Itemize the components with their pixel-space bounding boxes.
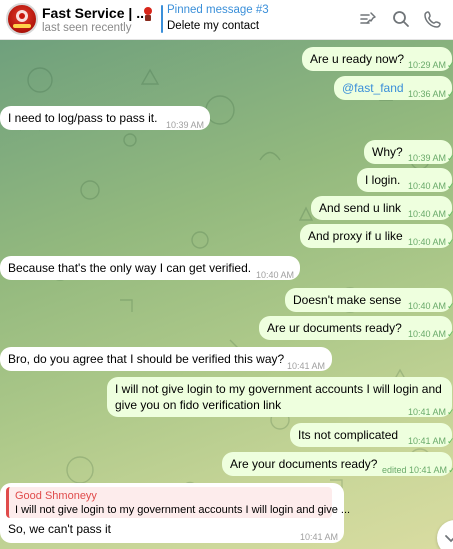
avatar[interactable] [6, 3, 38, 35]
message-time: 10:40 AM [256, 270, 295, 280]
message-time: 10:39 AM [166, 120, 205, 130]
search-icon[interactable] [391, 9, 411, 29]
message-text: Are your documents ready? [230, 457, 378, 471]
chevron-down-icon [445, 535, 453, 543]
read-check-icon: ✓✓ [447, 153, 453, 163]
read-check-icon: ✓✓ [447, 89, 453, 99]
message-time: 10:40 AM [408, 301, 447, 311]
reply-text: I will not give login to my government a… [15, 504, 351, 516]
message-time: 10:40 AM [408, 209, 447, 219]
chat-header: Fast Service | ... last seen recently Pi… [0, 0, 453, 40]
message-text: Because that's the only way I can get ve… [8, 261, 252, 275]
read-check-icon: ✓✓ [447, 301, 453, 311]
message-time: 10:41 AM [408, 436, 447, 446]
message-outgoing[interactable]: I login. 10:40 AM✓✓ [357, 168, 453, 192]
message-outgoing[interactable]: And proxy if u like 10:40 AM✓✓ [300, 224, 453, 248]
message-time: 10:40 AM [408, 329, 447, 339]
message-time: 10:41 AM [287, 361, 326, 371]
read-check-icon: ✓✓ [448, 465, 453, 475]
read-check-icon: ✓✓ [447, 209, 453, 219]
message-incoming[interactable]: Bro, do you agree that I should be verif… [0, 347, 332, 371]
message-incoming[interactable]: Because that's the only way I can get ve… [0, 256, 300, 280]
message-time: 10:39 AM [408, 153, 447, 163]
read-check-icon: ✓✓ [447, 60, 453, 70]
message-outgoing[interactable]: Are u ready now? 10:29 AM✓✓ [302, 47, 453, 71]
message-text: I need to log/pass to pass it. [8, 111, 158, 125]
pinned-message-text[interactable]: Delete my contact [167, 20, 259, 32]
message-incoming[interactable]: I need to log/pass to pass it. 10:39 AM [0, 106, 210, 130]
username-link[interactable]: @fast_fand [342, 81, 404, 95]
message-time: 10:29 AM [408, 60, 447, 70]
message-text: Doesn't make sense [293, 293, 402, 307]
message-text: Are ur documents ready? [267, 321, 402, 335]
read-check-icon: ✓✓ [447, 237, 453, 247]
message-text: And proxy if u like [308, 229, 403, 243]
message-outgoing[interactable]: @fast_fand 10:36 AM✓✓ [334, 76, 453, 100]
reply-author: Good Shmoneyy [15, 490, 97, 502]
message-time: edited 10:41 AM [382, 465, 448, 475]
read-check-icon: ✓✓ [447, 329, 453, 339]
message-text: Its not complicated [298, 428, 399, 442]
message-text: Are u ready now? [310, 52, 405, 66]
message-text-line-1: I will not give login to my government a… [115, 382, 442, 396]
read-check-icon: ✓✓ [447, 407, 453, 417]
message-outgoing[interactable]: Why? 10:39 AM✓✓ [364, 140, 453, 164]
reply-preview[interactable]: Good Shmoneyy I will not give login to m… [6, 487, 350, 518]
avatar-logo-icon [13, 10, 31, 28]
pinned-thumbnail-icon [144, 7, 152, 21]
pin-list-icon[interactable] [358, 9, 378, 29]
chat-status: last seen recently [42, 22, 132, 34]
message-outgoing[interactable]: Are ur documents ready? 10:40 AM✓✓ [259, 316, 453, 340]
message-text: I login. [365, 173, 401, 187]
message-text: And send u link [319, 201, 402, 215]
message-time: 10:40 AM [408, 237, 447, 247]
read-check-icon: ✓✓ [447, 436, 453, 446]
chat-title[interactable]: Fast Service | ... [42, 5, 148, 21]
read-check-icon: ✓✓ [447, 181, 453, 191]
message-text-line-2: give you on fido verification link [115, 398, 282, 412]
pinned-message-title[interactable]: Pinned message #3 [167, 4, 269, 16]
message-outgoing[interactable]: And send u link 10:40 AM✓✓ [311, 196, 453, 220]
message-outgoing[interactable]: Are your documents ready? edited 10:41 A… [222, 452, 453, 476]
message-outgoing[interactable]: Doesn't make sense 10:40 AM✓✓ [285, 288, 453, 312]
message-time: 10:40 AM [408, 181, 447, 191]
message-text: Bro, do you agree that I should be verif… [8, 352, 285, 366]
message-time: 10:36 AM [408, 89, 447, 99]
message-text: Why? [372, 145, 403, 159]
message-time: 10:41 AM [300, 532, 339, 542]
pinned-indicator-bar [161, 5, 163, 33]
phone-icon[interactable] [423, 9, 443, 29]
message-text: So, we can't pass it [8, 522, 112, 536]
message-time: 10:41 AM [408, 407, 447, 417]
message-outgoing[interactable]: Its not complicated 10:41 AM✓✓ [290, 423, 453, 447]
message-outgoing[interactable]: I will not give login to my government a… [107, 377, 453, 417]
